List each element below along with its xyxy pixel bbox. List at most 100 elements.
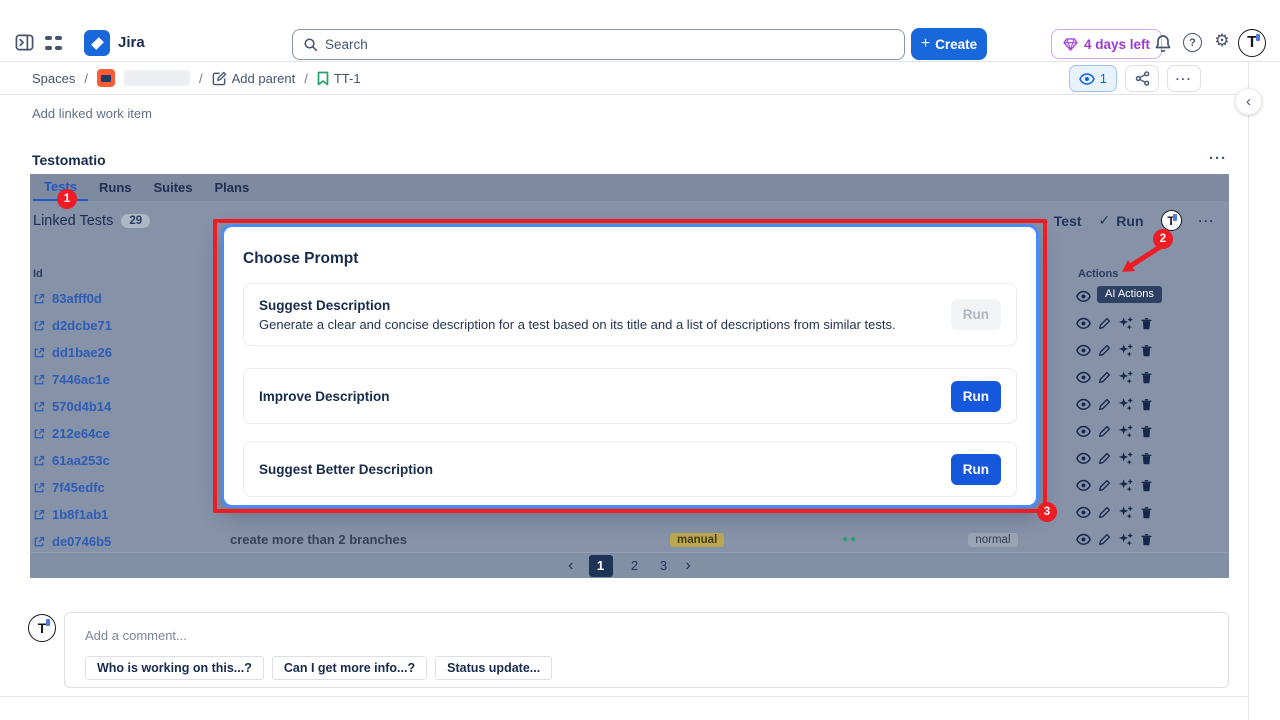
test-id-link[interactable]: 212e64ce (33, 426, 110, 441)
delete-icon[interactable] (1140, 317, 1153, 331)
widget-more-icon[interactable]: ··· (1199, 214, 1216, 228)
test-id-link[interactable]: 570d4b14 (33, 399, 111, 414)
jira-logo-icon[interactable] (84, 30, 110, 56)
view-icon[interactable] (1076, 425, 1091, 438)
comment-placeholder: Add a comment... (85, 628, 187, 643)
work-item-crumb[interactable]: TT-1 (317, 71, 361, 86)
test-id-link[interactable]: 1b8f1ab1 (33, 507, 108, 522)
delete-icon[interactable] (1140, 344, 1153, 358)
eye-icon (1079, 73, 1095, 85)
prompt-card-suggest-better-description[interactable]: Suggest Better Description Run (243, 441, 1017, 497)
ai-actions-icon[interactable] (1118, 424, 1133, 439)
breadcrumb-separator: / (84, 71, 88, 86)
add-linked-work-item-link[interactable]: Add linked work item (32, 106, 152, 121)
ai-actions-icon[interactable] (1118, 505, 1133, 520)
delete-icon[interactable] (1140, 506, 1153, 520)
help-icon[interactable]: ? (1183, 33, 1202, 52)
tab-runs[interactable]: Runs (88, 174, 143, 201)
test-id-link[interactable]: 83afff0d (33, 291, 102, 306)
edit-icon[interactable] (1098, 533, 1111, 546)
view-icon[interactable] (1076, 452, 1091, 465)
delete-icon[interactable] (1140, 533, 1153, 547)
delete-icon[interactable] (1140, 371, 1153, 385)
ai-actions-icon[interactable] (1118, 532, 1133, 547)
quick-reply-status-update[interactable]: Status update... (435, 656, 552, 680)
page-1[interactable]: 1 (589, 555, 613, 577)
test-id-link[interactable]: 7446ac1e (33, 372, 110, 387)
breadcrumb-separator: / (304, 71, 308, 86)
run-button[interactable]: Run (951, 381, 1001, 412)
view-icon[interactable] (1076, 290, 1091, 303)
prompt-name: Improve Description (259, 389, 951, 404)
tab-suites[interactable]: Suites (143, 174, 204, 201)
sidebar-toggle-icon[interactable] (14, 32, 34, 52)
prompt-card-improve-description[interactable]: Improve Description Run (243, 368, 1017, 424)
edit-icon[interactable] (1098, 506, 1111, 519)
user-avatar[interactable]: T (1238, 29, 1266, 57)
add-parent-link[interactable]: Add parent (212, 71, 296, 86)
create-button[interactable]: + Create (911, 28, 987, 60)
edit-icon[interactable] (1098, 452, 1111, 465)
edit-icon[interactable] (1098, 317, 1111, 330)
row-actions (1076, 505, 1153, 520)
share-button[interactable] (1125, 65, 1159, 92)
delete-icon[interactable] (1140, 398, 1153, 412)
delete-icon[interactable] (1140, 425, 1153, 439)
test-title[interactable]: create more than 2 branches (230, 532, 670, 547)
test-id-link[interactable]: 61aa253c (33, 453, 110, 468)
prompt-card-suggest-description[interactable]: Suggest Description Generate a clear and… (243, 283, 1017, 346)
view-icon[interactable] (1076, 371, 1091, 384)
ai-actions-icon[interactable] (1118, 343, 1133, 358)
ai-actions-icon[interactable] (1118, 478, 1133, 493)
tab-plans[interactable]: Plans (204, 174, 261, 201)
test-id-link[interactable]: dd1bae26 (33, 345, 112, 360)
run-button[interactable]: Run (951, 454, 1001, 485)
ai-actions-icon[interactable] (1118, 397, 1133, 412)
test-button[interactable]: Test (1054, 213, 1082, 229)
edit-icon[interactable] (1098, 425, 1111, 438)
more-actions-button[interactable]: ··· (1167, 65, 1201, 92)
page-next-icon[interactable]: › (686, 558, 691, 574)
bookmark-icon (317, 71, 329, 86)
delete-icon[interactable] (1140, 479, 1153, 493)
app-switcher-icon[interactable] (45, 34, 62, 51)
delete-icon[interactable] (1140, 452, 1153, 466)
ai-actions-icon[interactable] (1118, 370, 1133, 385)
widget-right-toolbar: Test ✓ Run T ··· (1054, 210, 1215, 231)
view-icon[interactable] (1076, 317, 1091, 330)
edit-icon[interactable] (1098, 398, 1111, 411)
test-id-link[interactable]: de0746b5 (33, 534, 111, 549)
comment-input[interactable]: Add a comment... Who is working on this.… (64, 612, 1229, 688)
collapse-panel-button[interactable]: ‹ (1235, 88, 1262, 115)
view-icon[interactable] (1076, 533, 1091, 546)
edit-icon[interactable] (1098, 371, 1111, 384)
page-prev-icon[interactable]: ‹ (568, 558, 573, 574)
view-icon[interactable] (1076, 506, 1091, 519)
view-icon[interactable] (1076, 479, 1091, 492)
test-id-link[interactable]: 7f45edfc (33, 480, 105, 495)
edit-icon[interactable] (1098, 479, 1111, 492)
view-icon[interactable] (1076, 344, 1091, 357)
ai-actions-icon[interactable] (1118, 451, 1133, 466)
ai-actions-icon[interactable] (1118, 316, 1133, 331)
prompt-description: Generate a clear and concise description… (259, 317, 951, 332)
testomatio-avatar[interactable]: T (1161, 210, 1182, 231)
watchers-button[interactable]: 1 (1069, 65, 1117, 92)
quick-reply-more-info[interactable]: Can I get more info...? (272, 656, 427, 680)
trial-days-badge[interactable]: 4 days left (1051, 29, 1162, 59)
page-2[interactable]: 2 (628, 558, 642, 573)
project-name-redacted[interactable] (124, 70, 190, 86)
edit-icon[interactable] (1098, 344, 1111, 357)
section-more-icon[interactable]: ··· (1209, 150, 1227, 167)
breadcrumb-spaces[interactable]: Spaces (32, 71, 75, 86)
search-input[interactable]: Search (292, 29, 905, 60)
page-3[interactable]: 3 (657, 558, 671, 573)
test-id-link[interactable]: d2dcbe71 (33, 318, 112, 333)
quick-reply-who-working[interactable]: Who is working on this...? (85, 656, 264, 680)
settings-gear-icon[interactable]: ⚙ (1212, 31, 1232, 51)
run-button[interactable]: ✓ Run (1099, 212, 1144, 229)
notifications-bell-icon[interactable] (1153, 33, 1173, 53)
project-icon[interactable] (97, 69, 115, 87)
column-actions: Actions (1078, 268, 1118, 280)
view-icon[interactable] (1076, 398, 1091, 411)
